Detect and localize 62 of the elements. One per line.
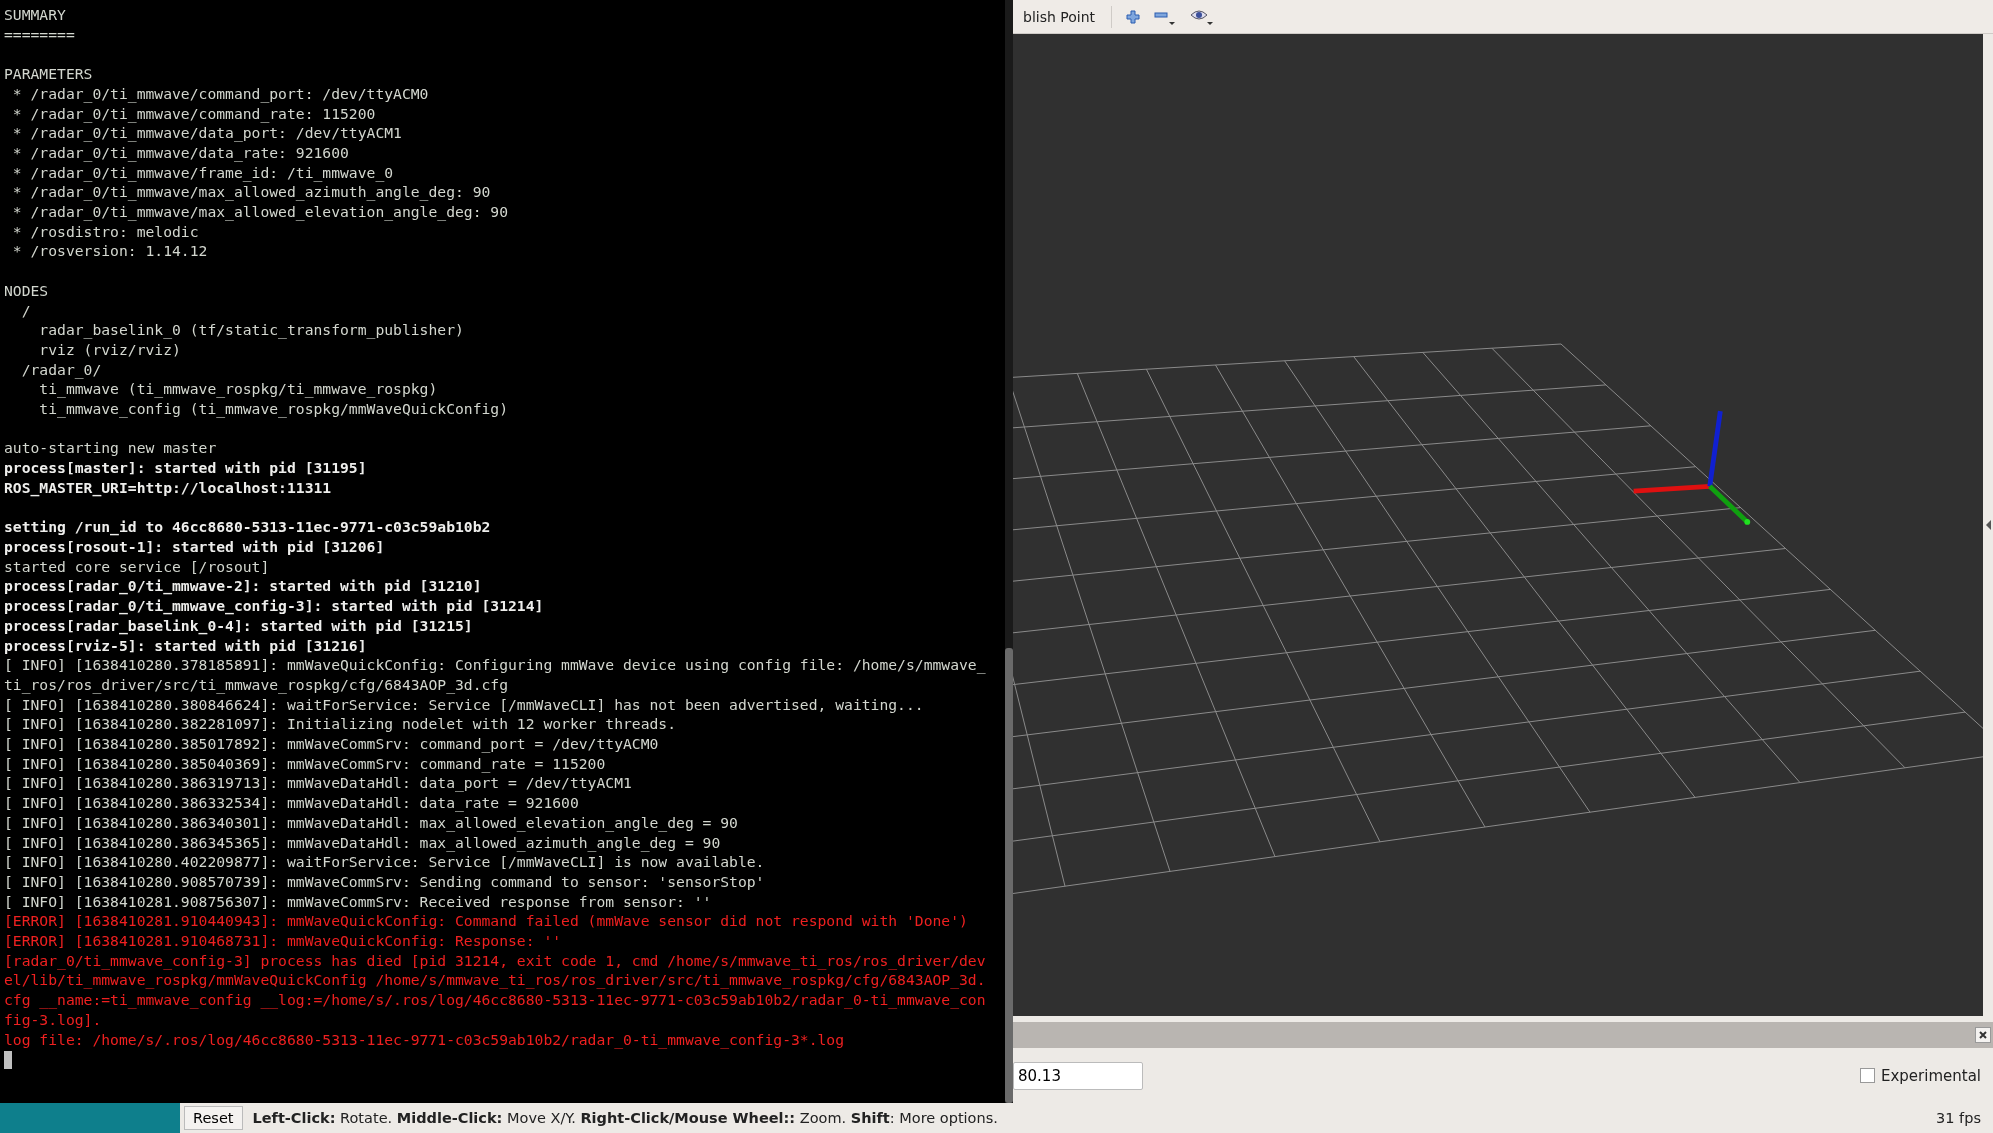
terminal-line: [ INFO] [1638410280.385040369]: mmWaveCommSrv: command_rate = 115200 — [4, 753, 607, 774]
terminal-line: process[master]: started with pid [31195] — [4, 458, 368, 478]
terminal-line: [ INFO] [1638410280.908570739]: mmWaveCommSrv: Sending command to sensor: 'sensorStop' — [4, 871, 766, 892]
terminal-line: process[radar_baselink_0-4]: started with pid [31215] — [4, 615, 474, 636]
terminal-line: process[rviz-5]: started with pid [31216] — [4, 635, 368, 656]
terminal-line: * /radar_0/ti_mmwave/max_allowed_azimuth_angle_deg: 90 — [11, 182, 492, 203]
terminal-line: SUMMARY — [4, 5, 67, 25]
terminal-line: ======== — [4, 24, 76, 45]
terminal-line: [ INFO] [1638410280.378185891]: mmWaveQuickConfig: Configuring mmWave device using config file: /home/s/mmwave_ — [4, 655, 987, 675]
terminal-line: ti_mmwave_config (ti_mmwave_rospkg/mmWaveQuickConfig) — [38, 399, 510, 419]
terminal-line: process[radar_0/ti_mmwave_config-3]: started with pid [31214] — [4, 596, 545, 616]
error-line: fig-3.log]. — [4, 1009, 103, 1030]
terminal-line: process[radar_0/ti_mmwave-2]: started with pid [31210] — [4, 576, 483, 597]
terminal-line: / — [20, 300, 32, 321]
terminal-line: * /rosversion: 1.14.12 — [11, 241, 209, 262]
terminal-line: NODES — [4, 280, 50, 301]
terminal-line: [ INFO] [1638410280.385017892]: mmWaveCommSrv: command_port = /dev/ttyACM0 — [4, 734, 660, 754]
fps-label: 31 fps — [1936, 1110, 1981, 1126]
terminal-line: * /rosdistro: melodic — [11, 221, 200, 242]
terminal-line: /radar_0/ — [20, 359, 103, 380]
error-line: el/lib/ti_mmwave_rospkg/mmWaveQuickConfig /home/s/mmwave_ti_ros/ros_driver/src/ti_mmwave_rospkg/cfg/6843AOP_3d. — [4, 970, 987, 991]
terminal-line: [ INFO] [1638410280.402209877]: waitForService: Service [/mmWaveCLI] is now available. — [4, 852, 766, 872]
error-line: [ERROR] [1638410281.910440943]: mmWaveQuickConfig: Command failed (mmWave sensor did not respond with 'Done') — [4, 911, 969, 932]
terminal-line: started core service [/rosout] — [4, 556, 271, 577]
terminal-line: [ INFO] [1638410280.386319713]: mmWaveDataHdl: data_port = /dev/ttyACM1 — [4, 773, 633, 794]
checkbox[interactable] — [1859, 1068, 1875, 1083]
terminal-line: [ INFO] [1638410281.908756307]: mmWaveCommSrv: Received response from sensor: '' — [4, 891, 713, 912]
close-icon[interactable] — [1975, 1027, 1991, 1043]
error-line: cfg __name:=ti_mmwave_config __log:=/home/s/.ros/log/46cc8680-5313-11ec-9771-c03c59ab10b2/radar_0-ti_mmwave_con — [4, 990, 987, 1010]
help-text: Left-Click: Rotate. Middle-Click: Move X/Y. Right-Click/Mouse Wheel:: Zoom. Shift: More options. — [252, 1110, 998, 1126]
error-line: [radar_0/ti_mmwave_config-3] process has died [pid 31214, exit code 1, cmd /home/s/mmwave_ti_ros/ros_driver/dev — [4, 950, 987, 971]
time-field[interactable]: 80.13 — [1013, 1061, 1143, 1090]
eye-icon[interactable] — [1190, 7, 1215, 26]
terminal-line: ROS_MASTER_URI=http://localhost:11311 — [4, 477, 333, 498]
experimental-label: Experimental — [1880, 1066, 1981, 1085]
terminal-line: PARAMETERS — [4, 64, 94, 84]
error-line: log file: /home/s/.ros/log/46cc8680-5313-11ec-9771-c03c59ab10b2/radar_0-ti_mmwave_config-3*.log — [4, 1029, 846, 1050]
terminal-line: * /radar_0/ti_mmwave/data_port: /dev/ttyACM1 — [11, 123, 403, 143]
terminal-line: radar_baselink_0 (tf/static_transform_publisher) — [38, 320, 465, 340]
terminal-line: [ INFO] [1638410280.386332534]: mmWaveDataHdl: data_rate = 921600 — [4, 793, 580, 813]
terminal-line: [ INFO] [1638410280.386340301]: mmWaveDataHdl: max_allowed_elevation_angle_deg = 90 — [4, 812, 739, 833]
terminal-line: process[rosout-1]: started with pid [31206] — [4, 537, 386, 557]
reset-button[interactable]: Reset — [184, 1106, 243, 1130]
terminal-line: [ INFO] [1638410280.386345365]: mmWaveDataHdl: max_allowed_azimuth_angle_deg = 90 — [4, 832, 722, 853]
scrollbar[interactable] — [1005, 0, 1013, 1103]
terminal-line: * /radar_0/ti_mmwave/data_rate: 921600 — [11, 142, 350, 163]
terminal-line: setting /run_id to 46cc8680-5313-11ec-9771-c03c59ab10b2 — [4, 517, 492, 537]
terminal-line: [ INFO] [1638410280.382281097]: Initializing nodelet with 12 worker threads. — [4, 714, 678, 734]
error-line: [ERROR] [1638410281.910468731]: mmWaveQuickConfig: Response: '' — [4, 931, 563, 951]
terminal-line: ti_ros/ros_driver/src/ti_mmwave_rospkg/cfg/6843AOP_3d.cfg — [4, 674, 510, 695]
terminal-line: * /radar_0/ti_mmwave/command_port: /dev/ttyACM0 — [11, 83, 430, 104]
terminal-line: ti_mmwave (ti_mmwave_rospkg/ti_mmwave_rospkg) — [38, 379, 439, 400]
collapse-arrow-icon[interactable] — [1985, 520, 1991, 530]
tool-button[interactable]: blish Point — [1021, 4, 1098, 29]
terminal-line: * /radar_0/ti_mmwave/frame_id: /ti_mmwave_0 — [11, 162, 395, 183]
terminal-line: [ INFO] [1638410280.380846624]: waitForService: Service [/mmWaveCLI] has not been advertised, waiting... — [4, 694, 925, 715]
plus-icon[interactable] — [1126, 9, 1141, 24]
terminal-line: * /radar_0/ti_mmwave/max_allowed_elevation_angle_deg: 90 — [11, 202, 510, 222]
terminal-line: * /radar_0/ti_mmwave/command_rate: 115200 — [11, 103, 377, 124]
terminal-line: auto-starting new master — [4, 438, 218, 459]
terminal-line: rviz (rviz/rviz) — [38, 339, 182, 360]
text-cursor — [4, 1051, 12, 1070]
